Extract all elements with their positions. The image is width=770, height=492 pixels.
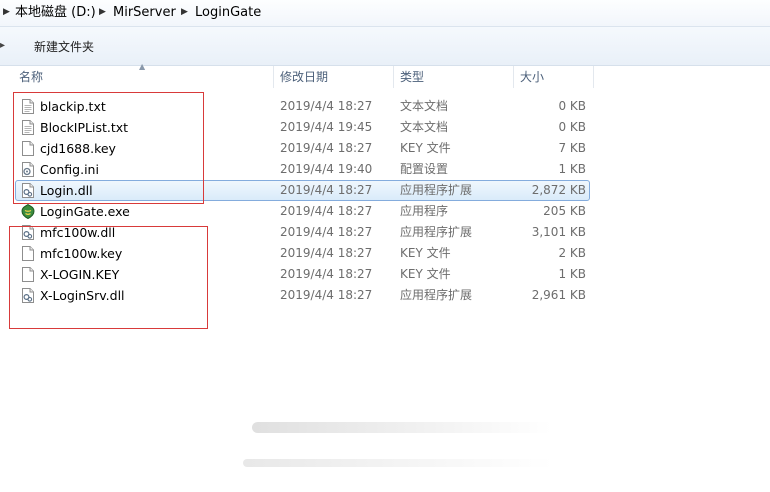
column-divider[interactable] — [273, 66, 274, 88]
toolbar: ▸ 新建文件夹 — [0, 27, 770, 66]
column-size-header[interactable]: 大小 — [520, 66, 544, 88]
file-type: 文本文档 — [400, 99, 449, 113]
address-bar[interactable]: ▶ 本地磁盘 (D:) ▶ MirServer ▶ LoginGate — [0, 0, 770, 27]
file-name: LoginGate.exe — [40, 204, 130, 219]
file-date: 2019/4/4 19:40 — [280, 162, 373, 176]
blur-artifact — [243, 459, 553, 467]
column-divider[interactable] — [393, 66, 394, 88]
file-date: 2019/4/4 18:27 — [280, 246, 373, 260]
file-type: 文本文档 — [400, 120, 449, 134]
exe-app-icon — [21, 203, 35, 220]
annotation-box-bottom — [9, 226, 208, 329]
column-date-header[interactable]: 修改日期 — [280, 66, 328, 88]
file-date: 2019/4/4 18:27 — [280, 267, 373, 281]
file-size: 7 KB — [558, 141, 586, 155]
file-row[interactable]: LoginGate.exe 2019/4/4 18:27 应用程序 205 KB — [0, 201, 770, 222]
file-size: 2 KB — [558, 246, 586, 260]
file-date: 2019/4/4 18:27 — [280, 204, 373, 218]
file-size: 0 KB — [558, 99, 586, 113]
file-size: 0 KB — [558, 120, 586, 134]
file-size: 1 KB — [558, 162, 586, 176]
annotation-box-top — [13, 92, 204, 204]
column-header: ▲ 名称 修改日期 类型 大小 — [0, 62, 770, 88]
file-date: 2019/4/4 18:27 — [280, 288, 373, 302]
blur-artifact — [252, 422, 552, 433]
breadcrumb-chevron-icon[interactable]: ▶ — [99, 5, 106, 19]
file-size: 205 KB — [543, 204, 586, 218]
file-type: KEY 文件 — [400, 246, 451, 260]
file-type: 应用程序扩展 — [400, 225, 473, 239]
file-type: KEY 文件 — [400, 141, 451, 155]
file-date: 2019/4/4 19:45 — [280, 120, 373, 134]
file-date: 2019/4/4 18:27 — [280, 225, 373, 239]
file-size: 3,101 KB — [531, 225, 586, 239]
column-name-header[interactable]: 名称 — [19, 66, 43, 88]
breadcrumb-chevron-icon[interactable]: ▶ — [3, 5, 10, 19]
file-type: KEY 文件 — [400, 267, 451, 281]
breadcrumb-item-logingate[interactable]: LoginGate — [195, 4, 261, 22]
new-folder-button[interactable]: 新建文件夹 — [34, 38, 94, 56]
breadcrumb-chevron-icon[interactable]: ▶ — [181, 5, 188, 19]
breadcrumb-item-mirserver[interactable]: MirServer — [113, 4, 176, 22]
file-date: 2019/4/4 18:27 — [280, 99, 373, 113]
file-size: 1 KB — [558, 267, 586, 281]
file-date: 2019/4/4 18:27 — [280, 141, 373, 155]
toolbar-overflow-icon[interactable]: ▸ — [0, 40, 5, 51]
file-size: 2,872 KB — [531, 183, 586, 197]
file-date: 2019/4/4 18:27 — [280, 183, 373, 197]
column-type-header[interactable]: 类型 — [400, 66, 424, 88]
sort-ascending-icon: ▲ — [139, 62, 146, 71]
column-divider[interactable] — [593, 66, 594, 88]
file-size: 2,961 KB — [531, 288, 586, 302]
column-divider[interactable] — [513, 66, 514, 88]
file-type: 应用程序扩展 — [400, 288, 473, 302]
file-type: 配置设置 — [400, 162, 449, 176]
file-type: 应用程序 — [400, 204, 449, 218]
breadcrumb-item-drive[interactable]: 本地磁盘 (D:) — [15, 4, 96, 22]
file-type: 应用程序扩展 — [400, 183, 473, 197]
